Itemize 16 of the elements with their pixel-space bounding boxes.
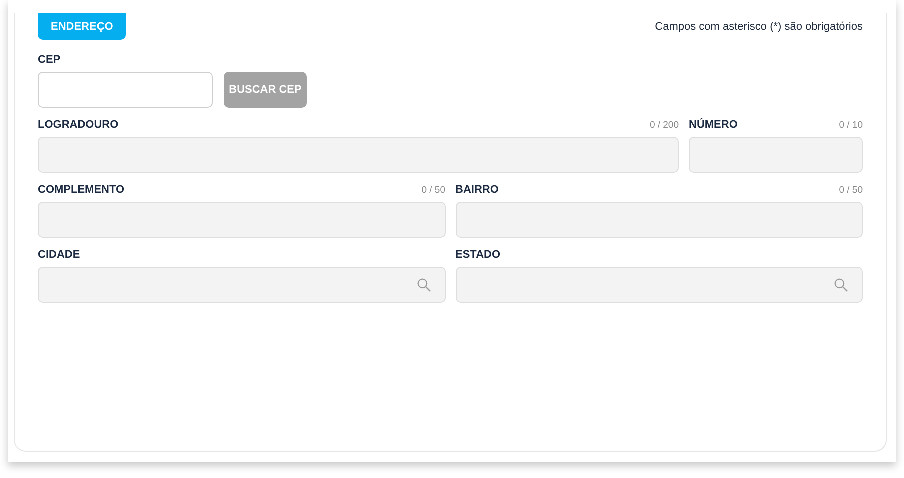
field-label: LOGRADOURO [38, 119, 119, 131]
section-tab[interactable]: ENDEREÇO [38, 13, 126, 40]
character-counter: 0 / 200 [650, 120, 679, 131]
field-label: ESTADO [456, 249, 501, 261]
required-note: Campos com asterisco (*) são obrigatórios [655, 21, 863, 33]
character-counter: 0 / 50 [422, 185, 446, 196]
field-label: NÚMERO [689, 119, 738, 131]
character-counter: 0 / 50 [839, 185, 863, 196]
field-label: BAIRRO [456, 184, 499, 196]
search-icon [834, 278, 848, 292]
cep-field[interactable] [38, 72, 213, 108]
field-label: CEP [38, 54, 61, 66]
field-label: CIDADE [38, 249, 80, 261]
search-icon [416, 278, 430, 292]
field-label: COMPLEMENTO [38, 184, 125, 196]
character-counter: 0 / 10 [839, 120, 863, 131]
